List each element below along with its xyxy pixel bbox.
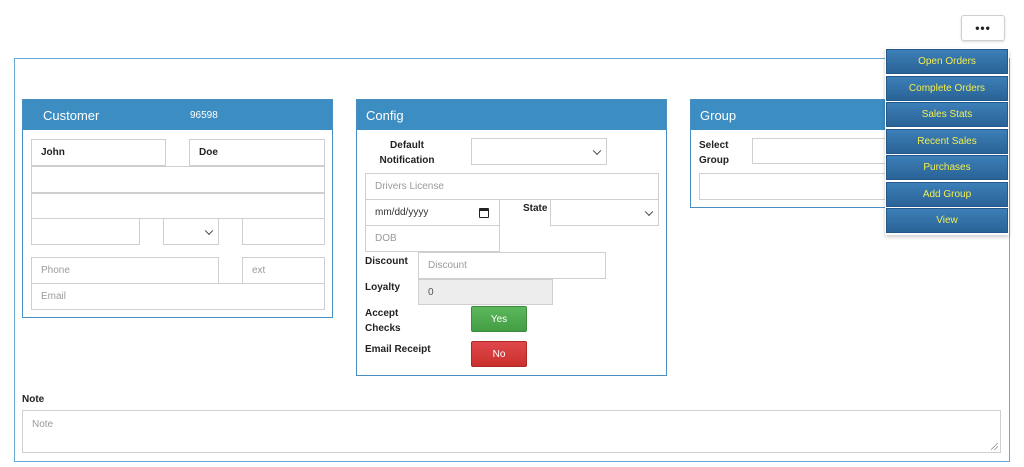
loyalty-field: 0 [418, 279, 553, 305]
resize-handle-icon[interactable] [991, 443, 998, 450]
chevron-down-icon [204, 226, 214, 235]
email-receipt-no-button[interactable]: No [471, 341, 527, 367]
more-options-button[interactable]: ••• [961, 15, 1005, 41]
menu-item-recent-sales[interactable]: Recent Sales [886, 129, 1008, 154]
customer-id: 96598 [190, 109, 218, 121]
phone-ext-field[interactable]: ext [242, 257, 325, 284]
menu-item-view[interactable]: View [886, 208, 1008, 233]
customer-panel: Customer 96598 John Doe Phone ext Email [22, 99, 333, 318]
date-field[interactable]: mm/dd/yyyy [365, 199, 500, 226]
loyalty-label: Loyalty [365, 282, 401, 293]
phone-field[interactable]: Phone [31, 257, 219, 284]
group-title: Group [700, 107, 737, 123]
email-receipt-label: Email Receipt [365, 344, 431, 355]
menu-item-purchases[interactable]: Purchases [886, 155, 1008, 180]
note-textarea[interactable]: Note [22, 410, 1001, 453]
customer-title: Customer [43, 107, 100, 123]
accept-checks-yes-button[interactable]: Yes [471, 306, 527, 332]
config-panel-header: Config [357, 100, 666, 130]
select-group-label: Select Group [699, 140, 729, 166]
discount-label: Discount [365, 256, 408, 267]
customer-panel-header: Customer 96598 [23, 100, 332, 130]
menu-item-complete-orders[interactable]: Complete Orders [886, 76, 1008, 101]
first-name-field[interactable]: John [31, 139, 166, 166]
default-notification-select[interactable] [471, 138, 607, 165]
address-line1-field[interactable] [31, 166, 325, 193]
note-label: Note [22, 394, 45, 405]
state-label: State [523, 203, 548, 214]
dob-field[interactable]: DOB [365, 225, 500, 252]
ellipsis-icon: ••• [975, 21, 991, 35]
license-state-select[interactable] [550, 199, 659, 226]
state-select[interactable] [163, 218, 219, 245]
zip-field[interactable] [242, 218, 325, 245]
config-panel: Config Default Notification Drivers Lice… [356, 99, 667, 376]
last-name-field[interactable]: Doe [189, 139, 325, 166]
calendar-icon[interactable] [479, 207, 489, 218]
drivers-license-field[interactable]: Drivers License [365, 173, 659, 200]
chevron-down-icon [644, 207, 654, 216]
accept-checks-label: Accept Checks [365, 308, 401, 334]
discount-field[interactable]: Discount [418, 252, 606, 279]
actions-menu: Open Orders Complete Orders Sales Stats … [885, 48, 1009, 235]
menu-item-sales-stats[interactable]: Sales Stats [886, 102, 1008, 127]
config-title: Config [366, 107, 404, 123]
default-notification-label: Default Notification [379, 140, 435, 166]
menu-item-add-group[interactable]: Add Group [886, 182, 1008, 207]
menu-item-open-orders[interactable]: Open Orders [886, 49, 1008, 74]
address-line2-field[interactable] [31, 193, 325, 219]
email-field[interactable]: Email [31, 283, 325, 310]
chevron-down-icon [592, 146, 602, 155]
city-field[interactable] [31, 218, 140, 245]
